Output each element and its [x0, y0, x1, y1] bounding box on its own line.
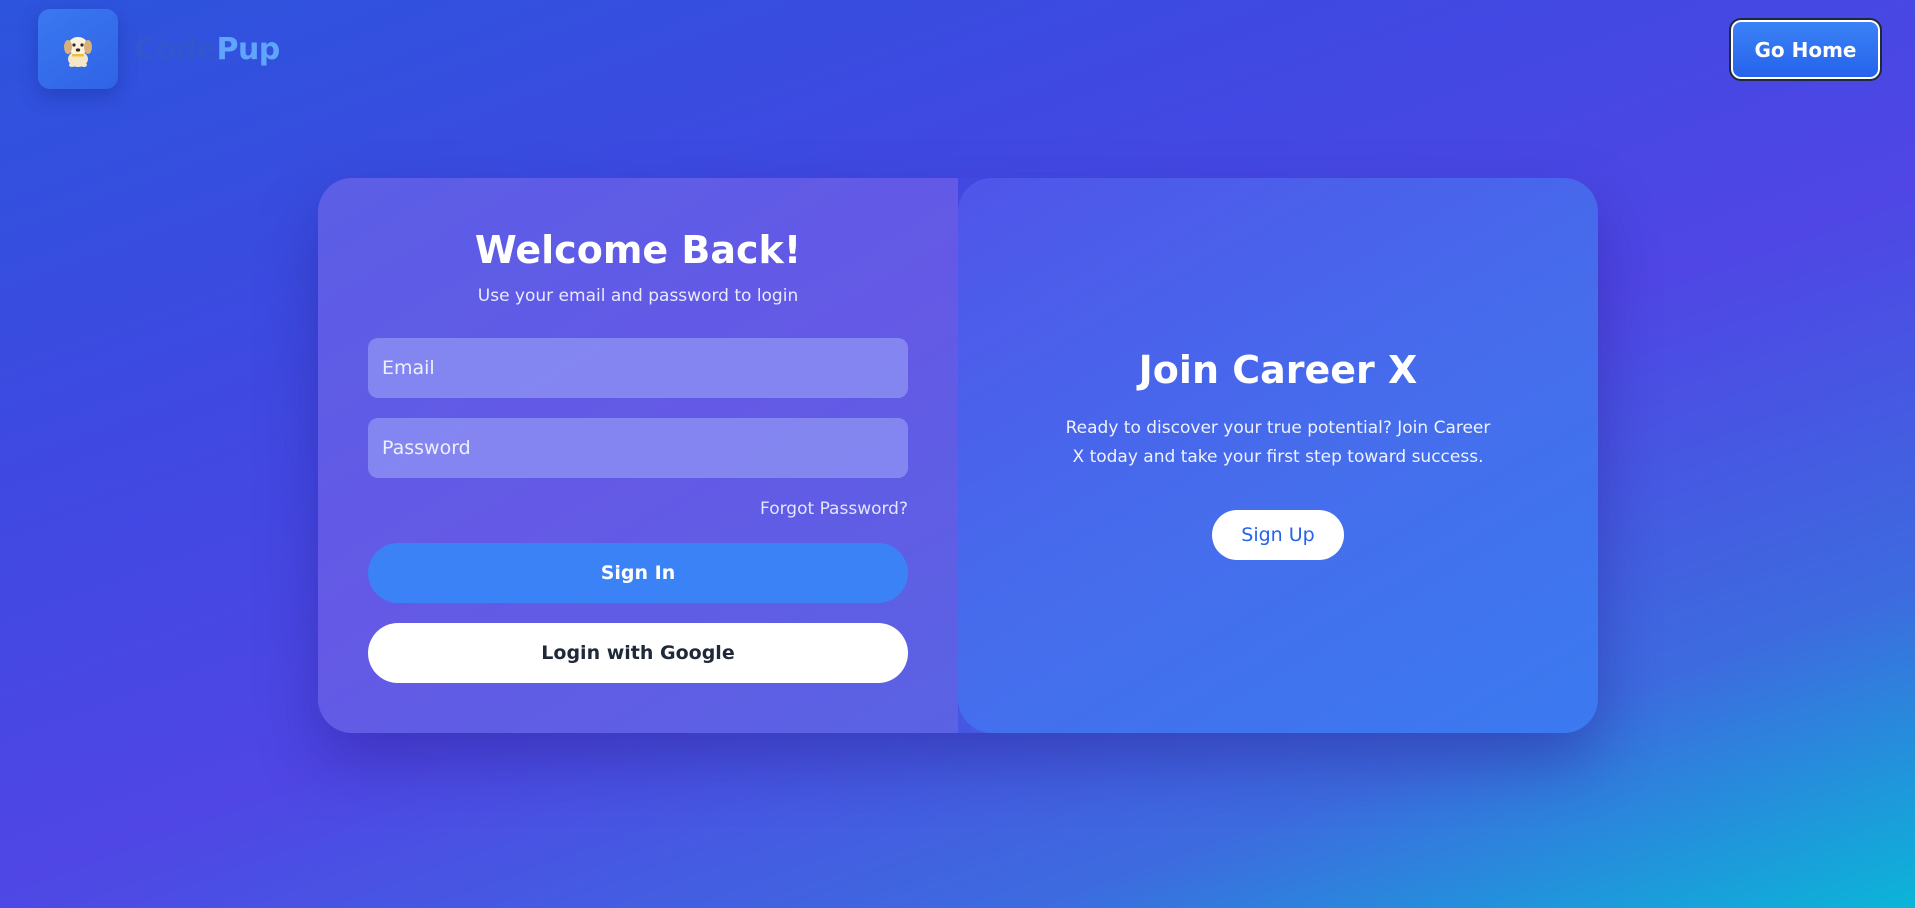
brand-name: CodePup: [134, 32, 280, 67]
brand-name-pup: Pup: [216, 31, 280, 67]
login-panel: Welcome Back! Use your email and passwor…: [318, 178, 958, 733]
logo: [38, 9, 118, 89]
sign-in-button[interactable]: Sign In: [368, 543, 908, 603]
password-placeholder: Password: [382, 437, 471, 459]
email-field[interactable]: Email: [368, 338, 908, 398]
auth-card: Welcome Back! Use your email and passwor…: [318, 178, 1598, 733]
join-description: Ready to discover your true potential? J…: [1065, 418, 1491, 467]
join-title: Join Career X: [1138, 348, 1418, 392]
brand[interactable]: CodePup: [38, 9, 280, 89]
google-login-button[interactable]: Login with Google: [368, 623, 908, 683]
go-home-button[interactable]: Go Home: [1729, 18, 1882, 81]
password-field[interactable]: Password: [368, 418, 908, 478]
puppy-icon: [64, 37, 92, 67]
login-title: Welcome Back!: [474, 228, 802, 272]
email-placeholder: Email: [382, 357, 435, 379]
join-panel: Join Career X Ready to discover your tru…: [958, 178, 1598, 733]
login-subtitle: Use your email and password to login: [477, 286, 799, 306]
brand-name-code: Code: [134, 31, 217, 67]
forgot-password-link[interactable]: Forgot Password?: [760, 499, 908, 519]
sign-up-button[interactable]: Sign Up: [1212, 510, 1344, 560]
